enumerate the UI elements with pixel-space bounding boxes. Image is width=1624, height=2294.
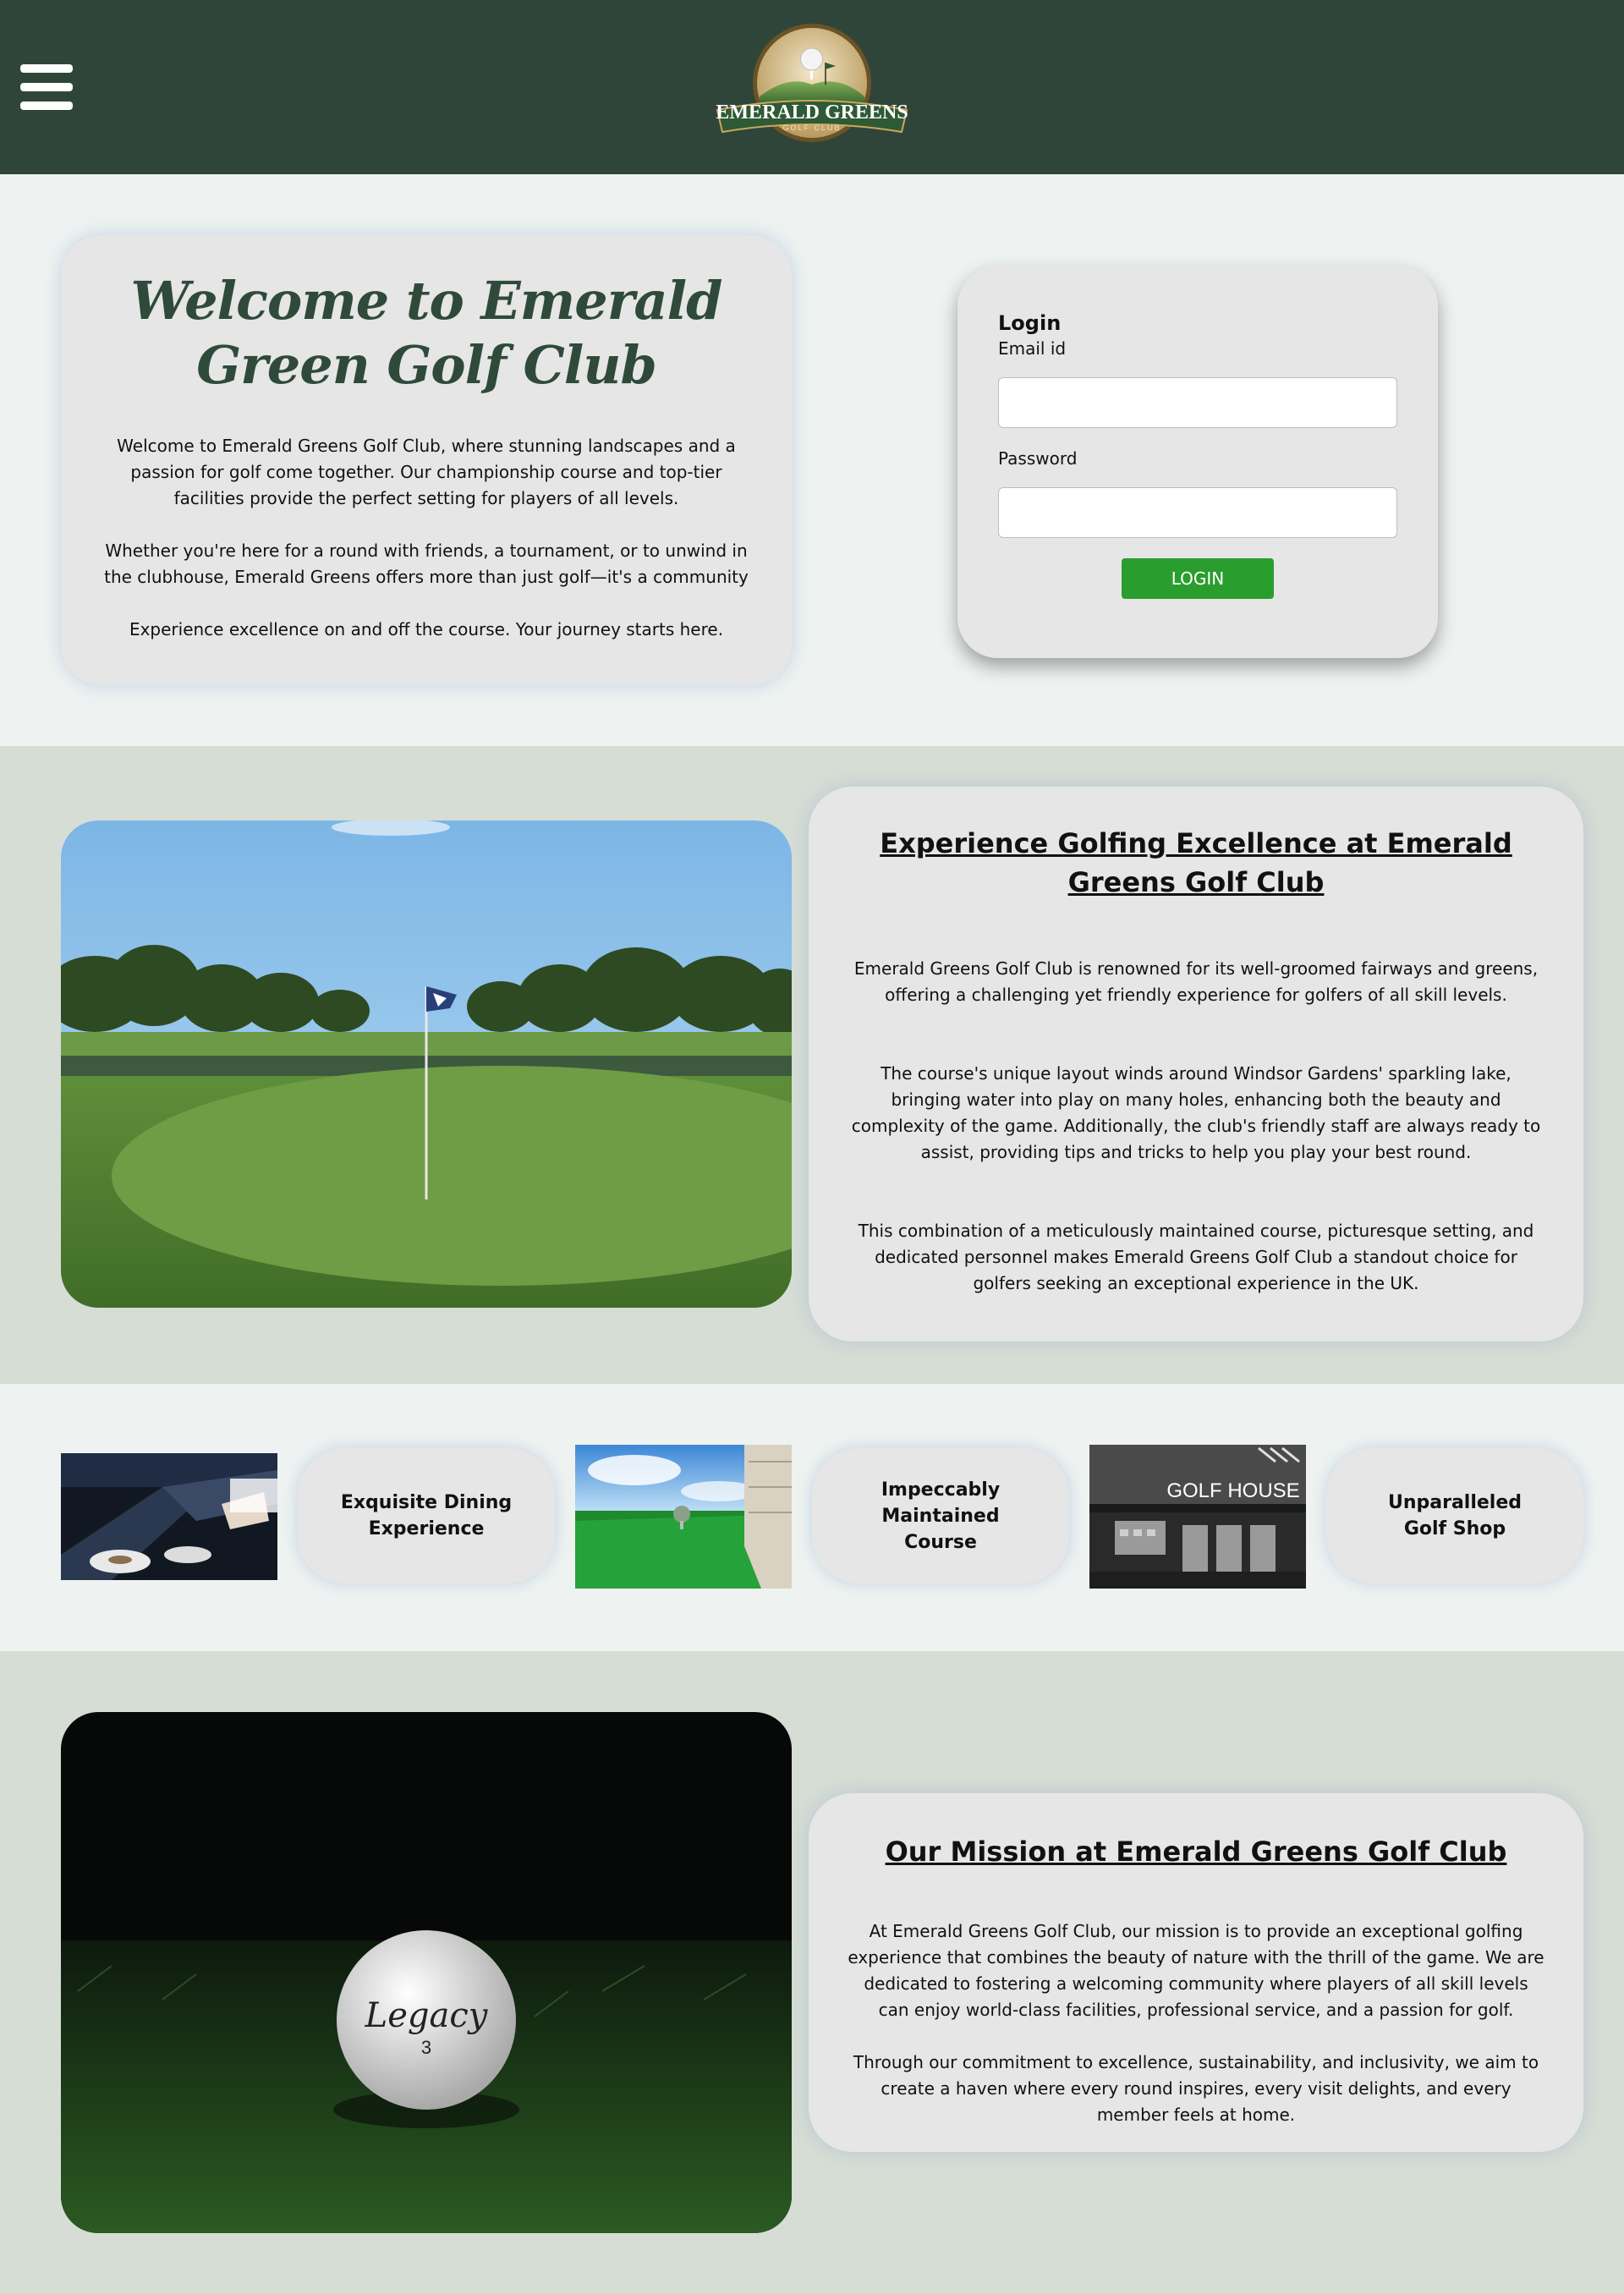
mission-title: Our Mission at Emerald Greens Golf Club: [885, 1836, 1507, 1868]
dining-image: [61, 1453, 277, 1580]
feature-label: Unparalleled Golf Shop: [1387, 1492, 1522, 1539]
golf-house-shop-image: GOLF HOUSE: [1089, 1445, 1306, 1589]
emerald-greens-logo[interactable]: EMERALD GREENS GOLF CLUB: [712, 15, 912, 151]
golf-course-image: [61, 820, 792, 1308]
login-button[interactable]: LOGIN: [1122, 558, 1274, 599]
password-label: Password: [998, 448, 1078, 469]
mission-paragraph: Through our commitment to excellence, su…: [853, 2052, 1539, 2125]
golf-ball-on-tee-image: [575, 1445, 792, 1589]
email-field[interactable]: [998, 377, 1397, 428]
ball-brand-text: Legacy: [365, 1996, 489, 2035]
site-header: EMERALD GREENS GOLF CLUB: [0, 0, 1624, 174]
login-card: Login Email id Password LOGIN: [957, 266, 1438, 658]
experience-paragraph: This combination of a meticulously maint…: [858, 1221, 1534, 1293]
welcome-paragraph: Whether you're here for a round with fri…: [104, 541, 749, 587]
experience-paragraph: Emerald Greens Golf Club is renowned for…: [853, 958, 1539, 1005]
hamburger-menu-icon[interactable]: [20, 64, 73, 110]
feature-card-shop[interactable]: Unparalleled Golf Shop: [1326, 1448, 1583, 1583]
experience-card: Experience Golfing Excellence at Emerald…: [809, 787, 1583, 1342]
email-label: Email id: [998, 338, 1067, 359]
experience-paragraph: The course's unique layout winds around …: [851, 1063, 1541, 1162]
feature-card-dining[interactable]: Exquisite Dining Experience: [298, 1448, 555, 1583]
golf-ball-image: Legacy 3: [61, 1712, 792, 2233]
mission-card: Our Mission at Emerald Greens Golf Club …: [809, 1793, 1583, 2152]
experience-section: Experience Golfing Excellence at Emerald…: [0, 746, 1624, 1384]
mission-section: Legacy 3 Our Mission at Emerald Greens G…: [0, 1651, 1624, 2294]
login-title: Login: [998, 311, 1062, 335]
logo-name: EMERALD GREENS: [716, 102, 908, 123]
password-field[interactable]: [998, 487, 1397, 538]
experience-title: Experience Golfing Excellence at Emerald…: [880, 827, 1512, 898]
welcome-paragraph: Welcome to Emerald Greens Golf Club, whe…: [117, 436, 736, 508]
feature-label: Impeccably Maintained Course: [881, 1479, 1001, 1553]
welcome-paragraph: Experience excellence on and off the cou…: [129, 619, 724, 639]
shop-sign-text: GOLF HOUSE: [1166, 1479, 1299, 1502]
welcome-card: Welcome to Emerald Green Golf Club Welco…: [61, 235, 792, 685]
features-section: Exquisite Dining Experience Impeccably M…: [0, 1384, 1624, 1651]
logo-subtitle: GOLF CLUB: [782, 123, 841, 132]
welcome-section: Welcome to Emerald Green Golf Club Welco…: [0, 174, 1624, 746]
welcome-title: Welcome to Emerald Green Golf Club: [130, 270, 723, 396]
feature-card-course[interactable]: Impeccably Maintained Course: [812, 1448, 1069, 1583]
mission-paragraph: At Emerald Greens Golf Club, our mission…: [848, 1921, 1544, 2020]
ball-number-text: 3: [421, 2037, 431, 2058]
feature-label: Exquisite Dining Experience: [340, 1492, 513, 1539]
